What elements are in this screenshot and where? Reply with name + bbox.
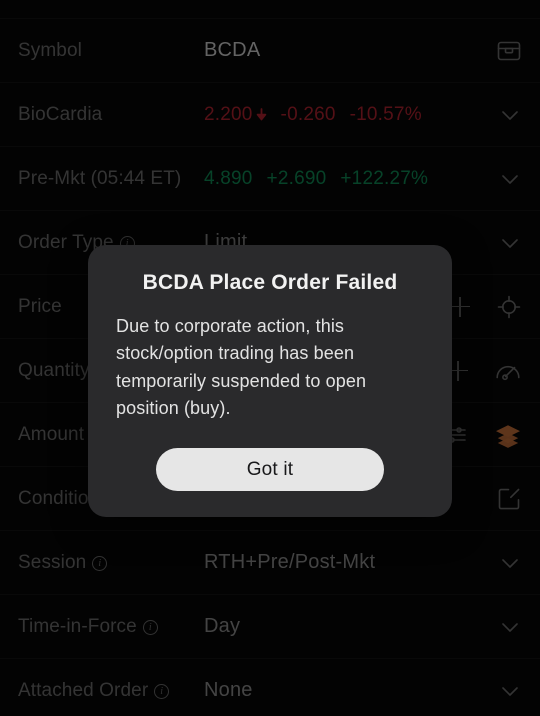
dialog-message: Due to corporate action, this stock/opti… xyxy=(116,316,367,419)
place-order-failed-dialog: BCDA Place Order Failed Due to corporate… xyxy=(88,245,452,518)
dialog-actions: Got it xyxy=(110,448,430,492)
got-it-button[interactable]: Got it xyxy=(156,448,384,492)
dialog-title: BCDA Place Order Failed xyxy=(142,271,398,294)
order-ticket-screen: Symbol BCDA BioCardia xyxy=(0,0,540,716)
